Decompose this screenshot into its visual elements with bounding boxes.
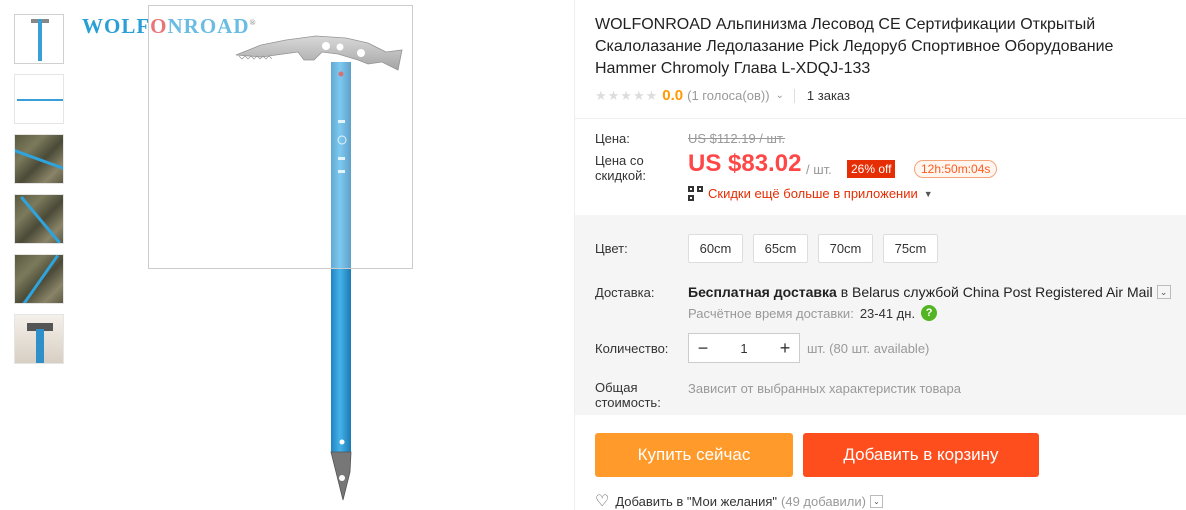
option-65cm[interactable]: 65cm — [753, 234, 808, 263]
shipping-dropdown-icon[interactable]: ⌄ — [1156, 285, 1171, 299]
add-to-cart-button[interactable]: Добавить в корзину — [803, 433, 1039, 477]
rating-value: 0.0 — [662, 87, 684, 104]
shipping-country[interactable]: Belarus — [852, 284, 899, 300]
increase-button[interactable]: + — [771, 334, 799, 362]
wishlist-text: Добавить в "Мои желания" — [615, 493, 778, 509]
rating-row: ★★★★★ 0.0 (1 голоса(ов)) ⌄ 1 заказ — [595, 87, 850, 104]
app-discount-link[interactable]: Скидки ещё больше в приложении ▼ — [688, 186, 933, 201]
thumbnail-list — [14, 14, 64, 374]
buy-now-button[interactable]: Купить сейчас — [595, 433, 793, 477]
chevron-down-icon[interactable]: ⌄ — [776, 90, 784, 101]
app-discount-text: Скидки ещё больше в приложении — [708, 186, 918, 201]
delivery-time: Расчётное время доставки: 23-41 дн. ? — [688, 305, 938, 321]
total-note: Зависит от выбранных характеристик товар… — [688, 381, 961, 396]
countdown-timer: 12h:50m:04s — [914, 160, 998, 178]
thumbnail-1[interactable] — [14, 14, 64, 64]
option-70cm[interactable]: 70cm — [818, 234, 873, 263]
discount-price-label: Цена со скидкой: — [595, 153, 646, 183]
delivery-time-label: Расчётное время доставки: — [688, 305, 854, 321]
color-label: Цвет: — [595, 241, 628, 256]
quantity-available: шт. (80 шт. available) — [807, 341, 930, 356]
shipping-label: Доставка: — [595, 285, 655, 300]
shipping-in: в — [836, 284, 853, 300]
thumbnail-5[interactable] — [14, 254, 64, 304]
thumbnail-2[interactable] — [14, 74, 64, 124]
decrease-button[interactable]: − — [689, 334, 717, 362]
total-label: Общая стоимость: — [595, 380, 661, 410]
product-info-panel: WOLFONROAD Альпинизма Лесовод CE Сертифи… — [574, 0, 1186, 510]
wishlist-count: (49 добавили) — [781, 493, 866, 509]
heart-icon: ♡ — [595, 493, 610, 510]
quantity-input[interactable]: 1 — [717, 341, 771, 356]
divider — [793, 88, 795, 103]
price-label: Цена: — [595, 131, 630, 146]
discount-badge: 26% off — [847, 160, 896, 178]
original-price: US $112.19 / шт. — [688, 131, 786, 146]
chevron-down-icon[interactable]: ⌄ — [869, 494, 883, 508]
caret-down-icon: ▼ — [923, 188, 933, 199]
main-product-image[interactable]: WOLFONROAD® — [76, 0, 566, 510]
thumbnail-4[interactable] — [14, 194, 64, 244]
add-to-wishlist[interactable]: ♡ Добавить в "Мои желания" (49 добавили)… — [595, 491, 883, 510]
delivery-days: 23-41 дн. — [859, 305, 916, 321]
free-shipping-text: Бесплатная доставка — [688, 284, 837, 300]
quantity-stepper: − 1 + — [688, 333, 800, 363]
thumbnail-3[interactable] — [14, 134, 64, 184]
help-icon[interactable]: ? — [921, 305, 938, 321]
price-unit: / шт. — [806, 162, 832, 177]
shipping-info: Бесплатная доставка в Belarus службой Ch… — [688, 284, 1171, 300]
option-60cm[interactable]: 60cm — [688, 234, 743, 263]
quantity-label: Количество: — [595, 341, 669, 356]
qr-code-icon — [688, 186, 703, 201]
shipping-service: службой China Post Registered Air Mail — [899, 284, 1153, 300]
product-title: WOLFONROAD Альпинизма Лесовод CE Сертифи… — [595, 16, 1114, 77]
divider — [575, 118, 1186, 119]
zoom-lens — [148, 5, 413, 269]
thumbnail-6[interactable] — [14, 314, 64, 364]
orders-count: 1 заказ — [806, 88, 850, 103]
option-75cm[interactable]: 75cm — [883, 234, 938, 263]
current-price: US $83.02 — [688, 150, 802, 177]
rating-stars: ★★★★★ — [595, 87, 659, 103]
rating-votes[interactable]: (1 голоса(ов)) — [687, 88, 769, 103]
